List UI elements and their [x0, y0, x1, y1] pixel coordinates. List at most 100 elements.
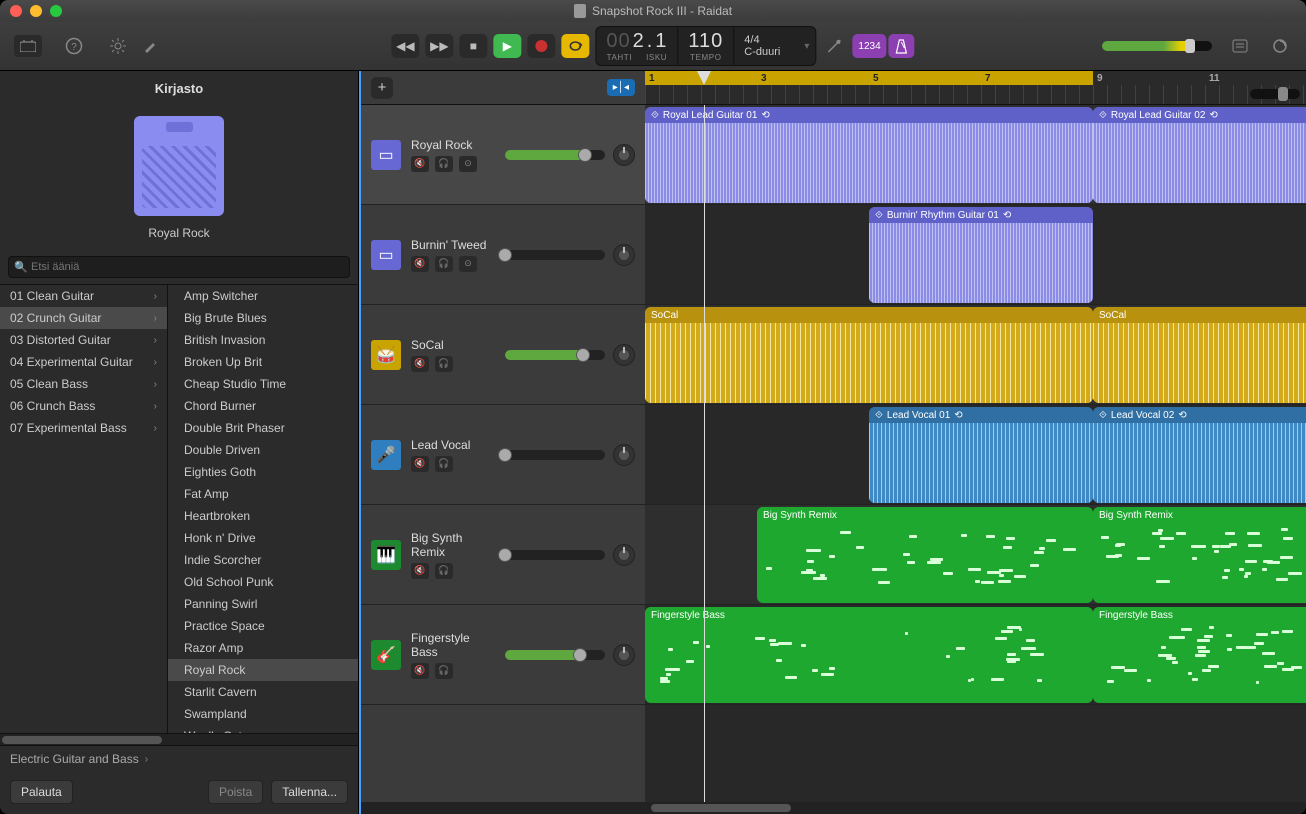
track-header[interactable]: 🎸Fingerstyle Bass🔇🎧: [361, 605, 645, 705]
mute-button[interactable]: 🔇: [411, 356, 429, 372]
region[interactable]: ⟐Burnin' Rhythm Guitar 01 ⟲: [869, 207, 1093, 303]
headphone-button[interactable]: 🎧: [435, 256, 453, 272]
region[interactable]: Big Synth Remix: [757, 507, 1093, 603]
headphone-button[interactable]: 🎧: [435, 356, 453, 372]
library-preset-item[interactable]: Razor Amp: [168, 637, 358, 659]
headphone-button[interactable]: 🎧: [435, 563, 453, 579]
library-category-item[interactable]: 02 Crunch Guitar›: [0, 307, 167, 329]
library-preset-item[interactable]: Big Brute Blues: [168, 307, 358, 329]
count-in-button[interactable]: 1234: [852, 34, 886, 58]
library-preset-item[interactable]: Fat Amp: [168, 483, 358, 505]
library-preset-item[interactable]: Eighties Goth: [168, 461, 358, 483]
region[interactable]: SoCal: [645, 307, 1093, 403]
library-preset-item[interactable]: Practice Space: [168, 615, 358, 637]
headphone-button[interactable]: 🎧: [435, 663, 453, 679]
lcd-key[interactable]: C-duuri: [744, 46, 780, 58]
library-preset-item[interactable]: Broken Up Brit: [168, 351, 358, 373]
track-header[interactable]: ▭Burnin' Tweed🔇🎧⊙: [361, 205, 645, 305]
library-preset-item[interactable]: Panning Swirl: [168, 593, 358, 615]
library-category-item[interactable]: 03 Distorted Guitar›: [0, 329, 167, 351]
arrangement-area[interactable]: ⟐Royal Lead Guitar 01 ⟲⟐Royal Lead Guita…: [645, 105, 1306, 802]
revert-button[interactable]: Palauta: [10, 780, 73, 804]
library-toggle-icon[interactable]: [14, 35, 42, 57]
library-scrollbar[interactable]: [0, 733, 358, 745]
library-category-item[interactable]: 01 Clean Guitar›: [0, 285, 167, 307]
record-button[interactable]: [527, 34, 555, 58]
library-preset-item[interactable]: Double Driven: [168, 439, 358, 461]
catch-playhead-button[interactable]: ▸│◂: [607, 79, 635, 96]
mute-button[interactable]: 🔇: [411, 156, 429, 172]
library-preset-item[interactable]: Indie Scorcher: [168, 549, 358, 571]
edit-icon[interactable]: [138, 34, 162, 58]
library-preset-item[interactable]: Royal Rock: [168, 659, 358, 681]
track-pan[interactable]: [613, 644, 635, 666]
library-preset-item[interactable]: British Invasion: [168, 329, 358, 351]
master-volume[interactable]: [1102, 41, 1212, 51]
track-pan[interactable]: [613, 544, 635, 566]
input-monitor-button[interactable]: ⊙: [459, 256, 477, 272]
mute-button[interactable]: 🔇: [411, 563, 429, 579]
region[interactable]: Fingerstyle Bass: [645, 607, 1093, 703]
library-preset-item[interactable]: Chord Burner: [168, 395, 358, 417]
track-header[interactable]: ▭Royal Rock🔇🎧⊙: [361, 105, 645, 205]
track-volume[interactable]: [505, 450, 605, 460]
lcd-display[interactable]: 002.1 TAHTIISKU 110 TEMPO 4/4 C-duuri ▾: [595, 26, 816, 66]
metronome-button[interactable]: [889, 34, 915, 58]
region[interactable]: ⟐Royal Lead Guitar 02 ⟲: [1093, 107, 1306, 203]
track-volume[interactable]: [505, 550, 605, 560]
minimize-window[interactable]: [30, 5, 42, 17]
region[interactable]: ⟐Lead Vocal 01 ⟲: [869, 407, 1093, 503]
tuning-icon[interactable]: [822, 34, 846, 58]
mute-button[interactable]: 🔇: [411, 456, 429, 472]
library-category-item[interactable]: 06 Crunch Bass›: [0, 395, 167, 417]
region[interactable]: SoCal: [1093, 307, 1306, 403]
settings-icon[interactable]: [106, 34, 130, 58]
zoom-window[interactable]: [50, 5, 62, 17]
stop-button[interactable]: ■: [459, 34, 487, 58]
play-button[interactable]: ▶: [493, 34, 521, 58]
headphone-button[interactable]: 🎧: [435, 456, 453, 472]
library-preset-item[interactable]: Heartbroken: [168, 505, 358, 527]
track-header[interactable]: 🎤Lead Vocal🔇🎧: [361, 405, 645, 505]
cycle-region[interactable]: [645, 71, 1093, 85]
headphone-button[interactable]: 🎧: [435, 156, 453, 172]
library-category-item[interactable]: 04 Experimental Guitar›: [0, 351, 167, 373]
track-pan[interactable]: [613, 344, 635, 366]
region[interactable]: ⟐Lead Vocal 02 ⟲: [1093, 407, 1306, 503]
notepad-icon[interactable]: [1228, 34, 1252, 58]
library-breadcrumb[interactable]: Electric Guitar and Bass›: [0, 745, 358, 772]
track-pan[interactable]: [613, 144, 635, 166]
library-preset-item[interactable]: Starlit Cavern: [168, 681, 358, 703]
track-header[interactable]: 🎹Big Synth Remix🔇🎧: [361, 505, 645, 605]
library-preset-item[interactable]: Amp Switcher: [168, 285, 358, 307]
track-volume[interactable]: [505, 650, 605, 660]
close-window[interactable]: [10, 5, 22, 17]
library-preset-item[interactable]: Double Brit Phaser: [168, 417, 358, 439]
lcd-timesig[interactable]: 4/4: [744, 34, 759, 46]
horizontal-zoom[interactable]: [1250, 89, 1300, 99]
delete-button[interactable]: Poista: [208, 780, 263, 804]
library-preset-item[interactable]: Cheap Studio Time: [168, 373, 358, 395]
timeline-scrollbar[interactable]: [361, 802, 1306, 814]
library-preset-item[interactable]: Old School Punk: [168, 571, 358, 593]
track-volume[interactable]: [505, 350, 605, 360]
rewind-button[interactable]: ◀◀: [391, 34, 419, 58]
track-volume[interactable]: [505, 250, 605, 260]
loops-browser-icon[interactable]: [1268, 34, 1292, 58]
region[interactable]: Fingerstyle Bass: [1093, 607, 1306, 703]
library-preset-item[interactable]: Woolly Octave: [168, 725, 358, 733]
library-category-item[interactable]: 07 Experimental Bass›: [0, 417, 167, 439]
library-preset-list[interactable]: Amp SwitcherBig Brute BluesBritish Invas…: [168, 285, 358, 733]
track-pan[interactable]: [613, 444, 635, 466]
lcd-tempo[interactable]: 110: [688, 30, 723, 53]
library-category-list[interactable]: 01 Clean Guitar›02 Crunch Guitar›03 Dist…: [0, 285, 168, 733]
region[interactable]: Big Synth Remix: [1093, 507, 1306, 603]
add-track-button[interactable]: +: [371, 77, 393, 99]
save-button[interactable]: Tallenna...: [271, 780, 348, 804]
library-category-item[interactable]: 05 Clean Bass›: [0, 373, 167, 395]
library-preset-item[interactable]: Swampland: [168, 703, 358, 725]
quick-help-icon[interactable]: ?: [62, 34, 86, 58]
library-search-input[interactable]: [8, 256, 350, 278]
timeline-ruler[interactable]: 1357911: [645, 71, 1306, 104]
lcd-dropdown-icon[interactable]: ▾: [798, 27, 815, 65]
